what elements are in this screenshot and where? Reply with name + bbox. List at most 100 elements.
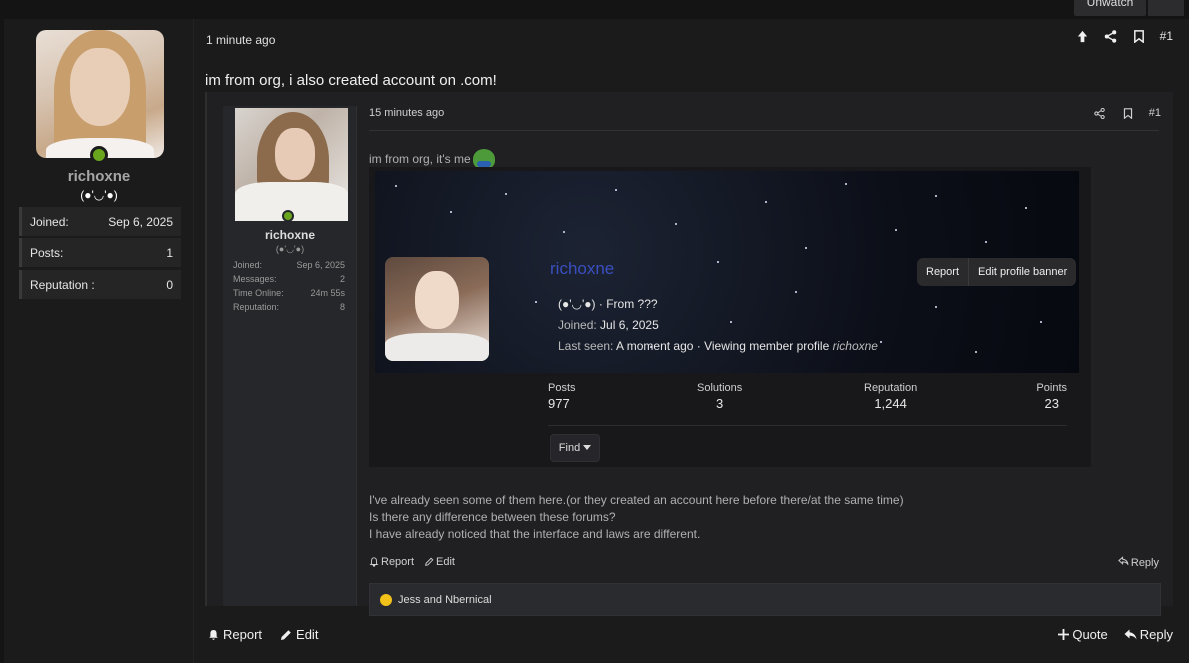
quoted-body-line: I have already noticed that the interfac… [369,527,701,541]
quoted-body-line: Is there any difference between these fo… [369,510,616,524]
post-actions: #1 [1076,29,1173,43]
stat-value: Sep 6, 2025 [296,260,345,270]
quoted-username[interactable]: richoxne [223,228,357,242]
lead-text: im from org, it's me [369,152,471,166]
reply-label: Reply [1130,556,1159,569]
quoted-lead-text: im from org, it's me [369,149,495,169]
reactions-text: Jess and Nbernical [398,593,492,606]
user-title: (●'◡'●) [80,188,118,202]
post-footer: Report Edit [208,627,318,642]
quoted-avatar[interactable] [235,108,348,221]
post-message: im from org, i also created account on .… [205,72,497,89]
reaction-star-icon [380,593,392,606]
banner-star [795,291,797,293]
quoted-report-button[interactable]: Report [369,556,414,568]
stat-label: Reputation : [30,277,95,292]
profile-stat-points[interactable]: Points 23 [1036,382,1067,411]
post-time[interactable]: 1 minute ago [206,33,275,47]
stat-label: Reputation [864,382,918,394]
quote-label: Quote [1072,627,1108,642]
quoted-stat-joined: Joined: Sep 6, 2025 [233,260,345,270]
online-status-icon [282,210,294,222]
pepe-emoji-icon [472,149,495,169]
joined-label: Joined: [558,318,597,332]
post-user-column: richoxne (●'◡'●) Joined: Sep 6, 2025 Pos… [4,19,194,663]
upvote-arrow-icon[interactable] [1076,29,1090,43]
quoted-edit-button[interactable]: Edit [424,556,455,568]
post-footer-right: Quote Reply [1058,627,1173,642]
reply-arrow-icon [1124,629,1137,640]
report-label: Report [223,627,263,642]
report-button[interactable]: Report [208,627,262,642]
stat-label: Posts [548,382,576,394]
stat-label: Time Online: [233,288,284,298]
post-number-link[interactable]: #1 [1160,29,1173,43]
edit-label: Edit [436,556,455,568]
share-icon[interactable] [1093,106,1107,120]
last-seen-user-link[interactable]: richoxne [833,339,878,353]
banner-star [935,195,937,197]
profile-stat-solutions[interactable]: Solutions 3 [697,382,742,411]
bookmark-icon[interactable] [1132,29,1146,43]
stat-label: Posts: [30,245,64,260]
stat-value: 977 [548,396,570,411]
post: richoxne (●'◡'●) Joined: Sep 6, 2025 Pos… [4,19,1189,663]
bell-icon [208,629,219,641]
profile-stat-posts[interactable]: Posts 977 [548,382,576,411]
quoted-body-line: I've already seen some of them here.(or … [369,493,904,507]
bookmark-icon[interactable] [1121,106,1135,120]
stat-value: 1,244 [874,396,907,411]
avatar[interactable] [36,30,164,158]
edit-button[interactable]: Edit [280,627,318,642]
edit-profile-banner-button[interactable]: Edit profile banner [969,258,1076,286]
banner-star [730,321,732,323]
user-stat-posts: Posts: 1 [19,238,181,267]
profile-stats: Posts 977 Solutions 3 Reputation 1,244 P… [548,382,1067,422]
banner-star [615,189,617,191]
banner-star [535,301,537,303]
top-strip [0,0,1189,18]
reactions-bar[interactable]: Jess and Nbernical [369,583,1161,616]
profile-card-username[interactable]: richoxne [550,259,614,279]
quoted-reply-button[interactable]: Reply [1118,556,1159,569]
quoted-user-title: (●'◡'●) [275,244,305,254]
stat-label: Joined: [233,260,263,270]
online-status-icon [90,146,108,164]
banner-star [765,201,767,203]
quoted-stat-reputation: Reputation: 8 [233,302,345,312]
stat-value: 24m 55s [310,288,345,298]
quoted-post-time[interactable]: 15 minutes ago [369,107,444,119]
quoted-stat-messages: Messages: 2 [233,274,345,284]
username[interactable]: richoxne [4,168,194,185]
reply-button[interactable]: Reply [1124,627,1173,642]
banner-star [805,247,807,249]
caret-down-icon [583,442,592,454]
quote-button[interactable]: Quote [1058,627,1108,642]
last-seen-value: A moment ago · Viewing member profile [616,339,830,353]
profile-stat-reputation[interactable]: Reputation 1,244 [864,382,917,411]
banner-star [1025,207,1027,209]
quoted-stat-time-online: Time Online: 24m 55s [233,288,345,298]
stat-value: 8 [339,302,345,312]
profile-banner: richoxne Report Edit profile banner (●'◡… [375,171,1079,373]
stat-value: 3 [716,396,724,411]
profile-card-avatar[interactable] [385,257,489,361]
avatar-face [275,128,315,180]
thread-tools-button[interactable] [1148,0,1184,16]
profile-title-from: (●'◡'●) · From ??? [558,297,658,311]
find-dropdown-button[interactable]: Find [550,434,600,462]
user-stat-reputation: Reputation : 0 [19,270,181,299]
banner-star [935,306,937,308]
profile-report-button[interactable]: Report [917,258,970,286]
unwatch-button[interactable]: Unwatch [1074,0,1146,16]
avatar-shirt [385,333,489,361]
quoted-post: richoxne (●'◡'●) Joined: Sep 6, 2025 Mes… [205,92,1173,616]
banner-star [880,341,882,343]
bell-icon [369,557,379,567]
last-seen-label: Last seen: [558,339,614,353]
share-icon[interactable] [1104,29,1118,43]
report-label: Report [381,556,415,568]
quoted-post-number-link[interactable]: #1 [1149,107,1161,119]
stat-value: 23 [1044,396,1059,411]
quoted-post-footer: Report Edit [369,556,455,568]
